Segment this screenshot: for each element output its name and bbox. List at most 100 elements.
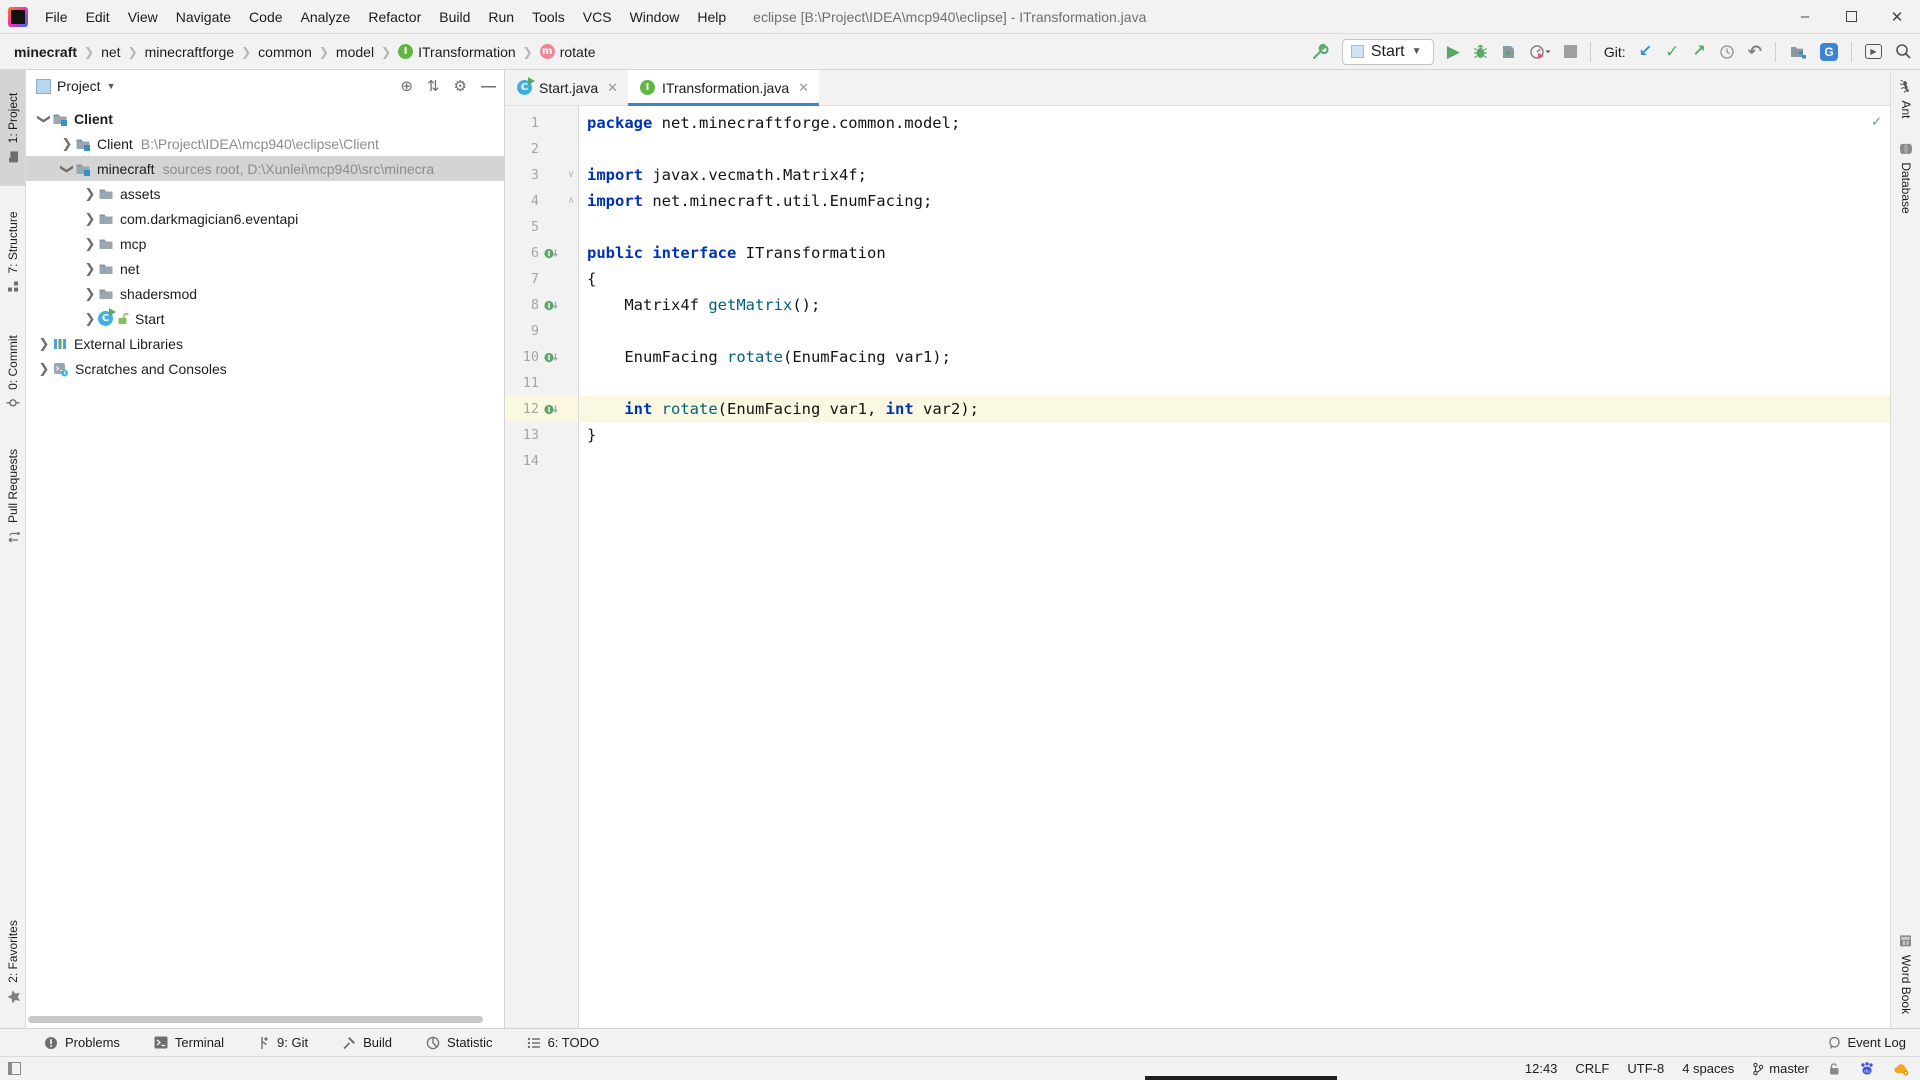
line-number[interactable]: 7 <box>505 266 539 292</box>
menu-item-refactor[interactable]: Refactor <box>359 0 430 34</box>
breadcrumb-item-rotate[interactable]: mrotate <box>538 44 598 60</box>
menu-item-analyze[interactable]: Analyze <box>292 0 360 34</box>
settings-gear-icon[interactable]: ⚙ <box>454 77 467 95</box>
chevron-collapsed-icon[interactable]: ❯ <box>82 236 98 252</box>
line-number[interactable]: 1 <box>505 110 539 136</box>
inspection-ok-icon[interactable]: ✓ <box>1872 112 1881 130</box>
fold-marker-icon[interactable]: ∧ <box>564 188 578 214</box>
code-line-14[interactable]: 14 <box>505 448 1890 474</box>
build-wrench-icon[interactable] <box>1311 43 1329 61</box>
chevron-down-icon[interactable]: ▼ <box>107 81 116 91</box>
menu-item-code[interactable]: Code <box>240 0 291 34</box>
history-icon[interactable] <box>1719 44 1735 60</box>
line-separator-widget[interactable]: CRLF <box>1575 1061 1609 1076</box>
translate-paw-widget[interactable]: du <box>1859 1061 1875 1076</box>
locate-file-icon[interactable]: ⊕ <box>400 77 413 95</box>
line-number[interactable]: 9 <box>505 318 539 344</box>
implemented-gutter[interactable] <box>539 240 564 266</box>
menu-item-run[interactable]: Run <box>479 0 523 34</box>
code-line-7[interactable]: 7{ <box>505 266 1890 292</box>
lock-widget[interactable] <box>1827 1062 1841 1076</box>
chevron-collapsed-icon[interactable]: ❯ <box>82 211 98 227</box>
git-branch-widget[interactable]: master <box>1752 1061 1809 1076</box>
git-push-icon[interactable]: ↗ <box>1692 44 1705 60</box>
chevron-collapsed-icon[interactable]: ❯ <box>59 136 75 152</box>
rollback-icon[interactable]: ↶ <box>1748 43 1762 60</box>
tree-row-shadersmod[interactable]: ❯shadersmod <box>26 281 504 306</box>
code-line-3[interactable]: 3∨import javax.vecmath.Matrix4f; <box>505 162 1890 188</box>
tool-window-tab-ant[interactable]: Ant <box>1891 70 1920 129</box>
chevron-collapsed-icon[interactable]: ❯ <box>82 311 98 327</box>
code-line-2[interactable]: 2 <box>505 136 1890 162</box>
breadcrumb-item-minecraftforge[interactable]: minecraftforge <box>143 44 236 60</box>
chevron-collapsed-icon[interactable]: ❯ <box>82 286 98 302</box>
tree-row-client[interactable]: ❯ClientB:\Project\IDEA\mcp940\eclipse\Cl… <box>26 131 504 156</box>
breadcrumb-item-itransformation[interactable]: IITransformation <box>396 44 518 60</box>
chevron-expanded-icon[interactable]: ❯ <box>59 161 75 177</box>
debug-icon[interactable] <box>1473 44 1488 60</box>
code-line-11[interactable]: 11 <box>505 370 1890 396</box>
implemented-gutter[interactable] <box>539 292 564 318</box>
menu-item-vcs[interactable]: VCS <box>574 0 621 34</box>
code-editor[interactable]: 1package net.minecraftforge.common.model… <box>505 106 1890 1028</box>
line-number[interactable]: 6 <box>505 240 539 266</box>
menu-item-tools[interactable]: Tools <box>523 0 574 34</box>
cloud-service-widget[interactable] <box>1893 1062 1910 1076</box>
code-line-13[interactable]: 13} <box>505 422 1890 448</box>
line-number[interactable]: 8 <box>505 292 539 318</box>
tree-row-com-darkmagician6-eventapi[interactable]: ❯com.darkmagician6.eventapi <box>26 206 504 231</box>
code-line-9[interactable]: 9 <box>505 318 1890 344</box>
implemented-gutter[interactable] <box>539 344 564 370</box>
tool-window-tab-database[interactable]: Database <box>1891 129 1920 229</box>
menu-item-window[interactable]: Window <box>621 0 689 34</box>
tree-row-mcp[interactable]: ❯mcp <box>26 231 504 256</box>
menu-item-navigate[interactable]: Navigate <box>167 0 240 34</box>
run-configuration-select[interactable]: Start▼ <box>1342 39 1434 65</box>
implemented-gutter[interactable] <box>539 396 564 422</box>
tree-row-scratches-and-consoles[interactable]: ❯Scratches and Consoles <box>26 356 504 381</box>
tool-window-tab-word-book[interactable]: Word Book <box>1891 920 1920 1028</box>
minimize-button[interactable]: – <box>1782 0 1828 33</box>
close-button[interactable]: ✕ <box>1874 0 1920 33</box>
line-number[interactable]: 3 <box>505 162 539 188</box>
chevron-collapsed-icon[interactable]: ❯ <box>82 186 98 202</box>
code-line-4[interactable]: 4∧import net.minecraft.util.EnumFacing; <box>505 188 1890 214</box>
menu-item-file[interactable]: File <box>36 0 77 34</box>
project-panel-title[interactable]: Project <box>57 78 101 94</box>
run-anything-icon[interactable]: ▶ <box>1865 44 1882 59</box>
fold-marker-icon[interactable]: ∨ <box>564 162 578 188</box>
hide-panel-icon[interactable]: — <box>481 78 496 95</box>
line-number[interactable]: 11 <box>505 370 539 396</box>
indent-widget[interactable]: 4 spaces <box>1682 1061 1734 1076</box>
breadcrumb-item-minecraft[interactable]: minecraft <box>12 44 79 60</box>
line-number[interactable]: 4 <box>505 188 539 214</box>
profiler-icon[interactable] <box>1529 44 1551 60</box>
tree-row-net[interactable]: ❯net <box>26 256 504 281</box>
tool-window-button-build[interactable]: Build <box>342 1035 392 1050</box>
chevron-collapsed-icon[interactable]: ❯ <box>36 361 52 377</box>
horizontal-scrollbar[interactable] <box>28 1016 502 1026</box>
tool-window-tab-1-project[interactable]: 1: Project <box>0 70 25 186</box>
code-line-1[interactable]: 1package net.minecraftforge.common.model… <box>505 110 1890 136</box>
line-number[interactable]: 12 <box>505 396 539 422</box>
tool-window-tab-2-favorites[interactable]: 2: Favorites <box>0 896 25 1028</box>
tool-window-button-9-git[interactable]: 9: Git <box>258 1035 308 1050</box>
code-line-6[interactable]: 6public interface ITransformation <box>505 240 1890 266</box>
menu-item-edit[interactable]: Edit <box>77 0 119 34</box>
tree-row-start[interactable]: ❯CStart <box>26 306 504 331</box>
search-everywhere-icon[interactable] <box>1895 43 1912 60</box>
collapse-all-icon[interactable]: ⇅ <box>427 77 440 95</box>
git-commit-icon[interactable]: ✓ <box>1665 43 1679 60</box>
line-number[interactable]: 5 <box>505 214 539 240</box>
tool-window-button-problems[interactable]: Problems <box>44 1035 120 1050</box>
tree-row-client[interactable]: ❯Client <box>26 106 504 131</box>
encoding-widget[interactable]: UTF-8 <box>1627 1061 1664 1076</box>
close-icon[interactable]: ✕ <box>607 80 618 96</box>
tool-window-button-6-todo[interactable]: 6: TODO <box>527 1035 600 1050</box>
line-number[interactable]: 13 <box>505 422 539 448</box>
line-number[interactable]: 2 <box>505 136 539 162</box>
editor-tab-itransformation-java[interactable]: IITransformation.java✕ <box>628 70 819 105</box>
run-icon[interactable]: ▶ <box>1447 43 1460 60</box>
menu-item-build[interactable]: Build <box>430 0 479 34</box>
breadcrumb-item-net[interactable]: net <box>99 44 122 60</box>
